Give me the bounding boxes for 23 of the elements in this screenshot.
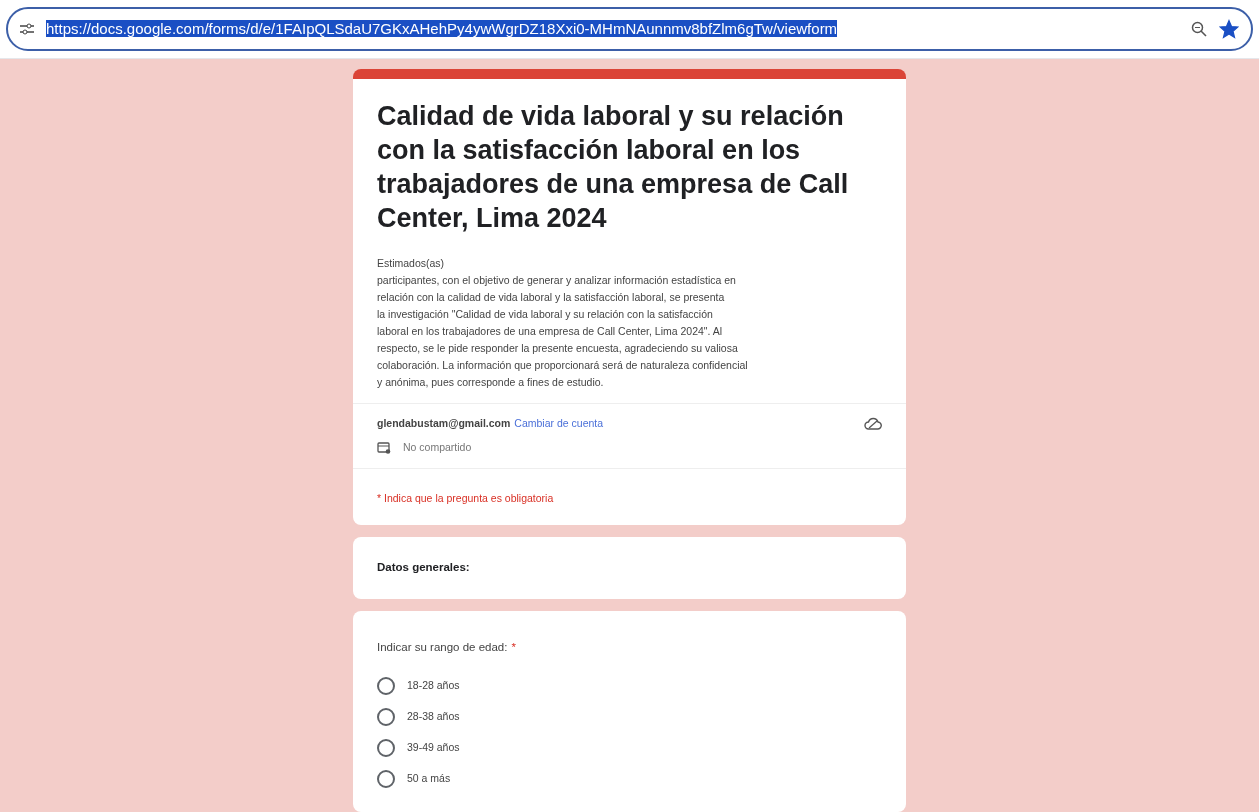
section-title: Datos generales: <box>377 560 470 576</box>
zoom-icon[interactable] <box>1191 21 1207 38</box>
question-label: Indicar su rango de edad: <box>377 639 508 655</box>
account-email: glendabustam@gmail.com <box>377 416 511 432</box>
cloud-icon <box>864 416 882 431</box>
radio-option[interactable]: 28-38 años <box>377 708 882 726</box>
radio-button[interactable] <box>377 739 395 757</box>
site-settings-icon[interactable] <box>20 23 34 36</box>
bookmark-star-icon[interactable] <box>1219 19 1239 40</box>
form-title: Calidad de vida laboral y su relación con la satisfacción laboral en los trabajadores de una empresa de Call Center, Lima 2024 <box>377 100 850 236</box>
radio-button[interactable] <box>377 677 395 695</box>
switch-account-link[interactable]: Cambiar de cuenta <box>514 416 604 432</box>
radio-option[interactable]: 18-28 años <box>377 677 882 695</box>
radio-button[interactable] <box>377 770 395 788</box>
radio-button[interactable] <box>377 708 395 726</box>
not-shared-icon <box>377 441 391 454</box>
radio-option[interactable]: 50 a más <box>377 770 882 788</box>
required-note: * Indica que la pregunta es obligatoria <box>377 491 554 504</box>
address-bar[interactable]: https://docs.google.com/forms/d/e/1FAIpQLSdaU7GKxAHehPy4ywWgrDZ18Xxi0-MHmNAunnmv8bfZlm6gTw/viewform <box>6 7 1253 52</box>
form-description: Estimados(as) participantes, con el objetivo de generar y analizar información estadística en relación con la calidad de vida laboral y la satisfacción laboral, se presenta la investigación "Calidad de vida laboral y su relación con la satisfacción laboral en los trabajadores de una empresa de Call Center, Lima 2024". Al respecto, se le pide responder la presente encuesta, agradeciendo su valiosa colaboración. La información que proporcionará será de naturaleza confidencial y anónima, pues corresponde a fines de estudio. <box>377 256 749 391</box>
share-status: No compartido <box>403 440 472 455</box>
radio-option[interactable]: 39-49 años <box>377 739 882 757</box>
required-mark: * <box>511 639 516 655</box>
